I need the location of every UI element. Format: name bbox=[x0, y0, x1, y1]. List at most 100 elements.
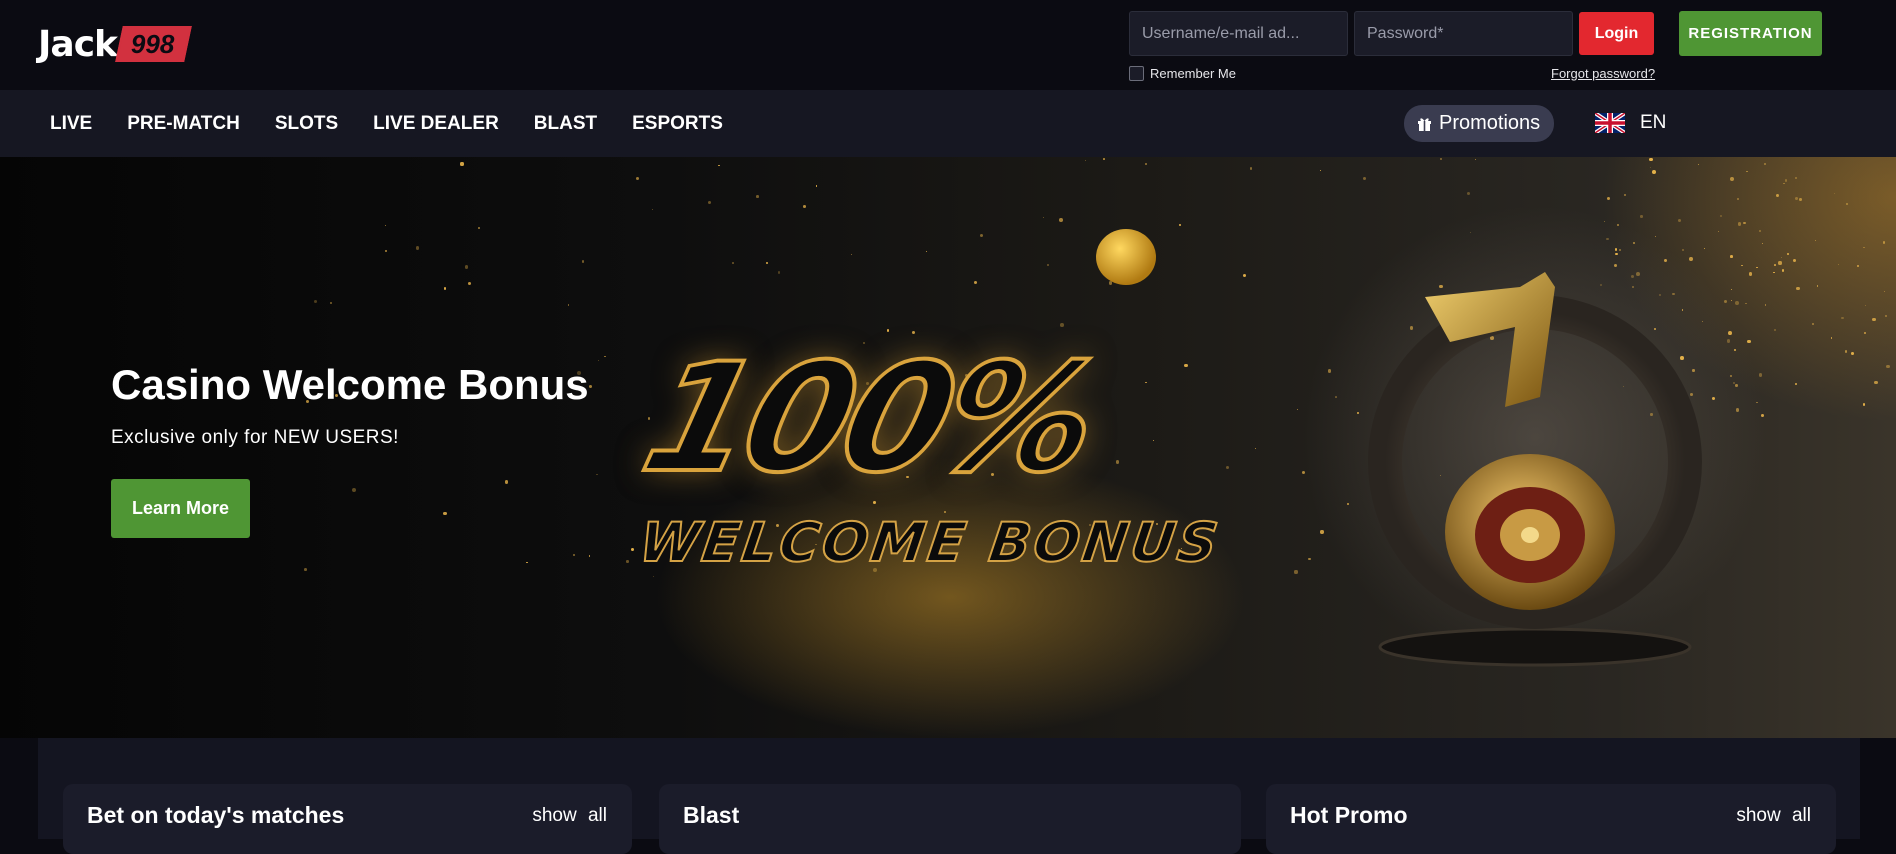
sparkle bbox=[313, 299, 318, 303]
panel-title: Blast bbox=[683, 802, 740, 828]
sparkle bbox=[1780, 256, 1782, 259]
sparkle bbox=[1748, 272, 1753, 277]
sparkle bbox=[1856, 264, 1859, 267]
sparkle bbox=[1302, 470, 1306, 474]
password-input[interactable]: Password* bbox=[1354, 11, 1573, 56]
sparkle bbox=[1255, 447, 1257, 450]
sparkle bbox=[1863, 331, 1866, 334]
sparkle bbox=[1758, 229, 1761, 232]
sparkle bbox=[850, 253, 853, 256]
sparkle bbox=[1730, 255, 1733, 258]
remember-me-checkbox[interactable] bbox=[1129, 66, 1144, 81]
sparkle bbox=[1726, 339, 1731, 343]
sparkle bbox=[351, 487, 356, 492]
nav-items: LIVE PRE-MATCH SLOTS LIVE DEALER BLAST E… bbox=[50, 90, 758, 157]
sparkle bbox=[385, 250, 387, 252]
forgot-password-link[interactable]: Forgot password? bbox=[1551, 66, 1655, 81]
sparkle bbox=[443, 511, 447, 516]
nav-item-live-dealer[interactable]: LIVE DEALER bbox=[373, 113, 499, 135]
logo-number-badge: 998 bbox=[115, 26, 193, 62]
sparkle bbox=[1649, 157, 1653, 162]
sparkle bbox=[1837, 264, 1839, 266]
sparkle bbox=[1834, 192, 1836, 194]
nav-item-esports[interactable]: ESPORTS bbox=[632, 113, 723, 135]
sparkle bbox=[1731, 288, 1733, 290]
sparkle bbox=[1776, 194, 1780, 198]
show-all-link[interactable]: show all bbox=[532, 805, 607, 827]
banner-percentage-text: 100% bbox=[626, 330, 1113, 508]
show-all-link[interactable]: show all bbox=[1736, 805, 1811, 827]
sparkle bbox=[1652, 170, 1656, 174]
registration-button[interactable]: REGISTRATION bbox=[1679, 11, 1822, 56]
sparkle bbox=[604, 356, 606, 358]
language-selector[interactable]: EN bbox=[1595, 112, 1666, 134]
promotions-label: Promotions bbox=[1439, 112, 1541, 134]
sparkle bbox=[1226, 466, 1230, 470]
sparkle bbox=[707, 201, 711, 205]
sparkle bbox=[1308, 557, 1311, 560]
promotions-button[interactable]: Promotions bbox=[1404, 105, 1555, 142]
sparkle bbox=[1607, 197, 1611, 201]
learn-more-button[interactable]: Learn More bbox=[111, 479, 250, 538]
sparkle bbox=[1747, 339, 1751, 344]
sparkle bbox=[1469, 231, 1471, 233]
sparkle bbox=[588, 385, 592, 389]
sparkle bbox=[1697, 164, 1700, 166]
nav-item-live[interactable]: LIVE bbox=[50, 113, 92, 135]
sparkle bbox=[979, 233, 984, 238]
sparkle bbox=[1773, 271, 1775, 273]
sparkle bbox=[1243, 274, 1246, 278]
roulette-seven-image bbox=[1368, 272, 1702, 667]
banner-welcome-text: WELCOME BONUS bbox=[635, 510, 1226, 575]
sparkle bbox=[460, 162, 464, 166]
login-button[interactable]: Login bbox=[1579, 12, 1654, 55]
sparkle bbox=[1179, 224, 1181, 226]
sparkle bbox=[596, 473, 598, 476]
sparkle bbox=[1862, 246, 1865, 249]
sparkle bbox=[1724, 300, 1728, 304]
sparkle bbox=[1786, 253, 1789, 256]
nav-item-slots[interactable]: SLOTS bbox=[275, 113, 338, 135]
sparkle bbox=[1795, 286, 1800, 291]
sparkle bbox=[815, 185, 818, 187]
sparkle bbox=[1145, 163, 1147, 165]
sparkle bbox=[1736, 197, 1740, 201]
sparkle bbox=[567, 304, 570, 306]
sparkle bbox=[1756, 266, 1758, 268]
nav-item-pre-match[interactable]: PRE-MATCH bbox=[127, 113, 240, 135]
sparkle bbox=[1085, 160, 1087, 162]
sparkle bbox=[1758, 372, 1763, 377]
sparkle bbox=[1814, 240, 1816, 242]
sparkle bbox=[465, 265, 469, 269]
sparkle bbox=[415, 246, 420, 250]
sparkle bbox=[1830, 337, 1833, 339]
nav-item-blast[interactable]: BLAST bbox=[534, 113, 597, 135]
sparkle bbox=[1812, 323, 1815, 325]
sparkle bbox=[1466, 191, 1471, 196]
sparkle bbox=[1717, 230, 1719, 232]
sparkle bbox=[1778, 261, 1782, 265]
sparkle bbox=[1794, 176, 1798, 180]
sparkle bbox=[1816, 284, 1819, 287]
sparkle bbox=[1737, 222, 1741, 226]
sparkle bbox=[384, 224, 386, 227]
remember-me[interactable]: Remember Me bbox=[1129, 66, 1236, 81]
sparkle bbox=[1884, 315, 1887, 318]
sparkle bbox=[1474, 159, 1477, 161]
sparkle bbox=[802, 205, 806, 209]
sparkle bbox=[1655, 236, 1657, 238]
sparkle bbox=[1764, 163, 1767, 166]
sparkle bbox=[1743, 222, 1746, 225]
sparkle bbox=[1784, 179, 1787, 182]
sparkle bbox=[1761, 242, 1764, 245]
hero-banner[interactable]: Casino Welcome Bonus Exclusive only for … bbox=[0, 157, 1896, 738]
sparkle bbox=[1616, 223, 1620, 227]
sparkle bbox=[1884, 290, 1886, 292]
panel-title: Hot Promo bbox=[1290, 802, 1408, 828]
sparkle bbox=[1793, 258, 1797, 263]
sparkle bbox=[329, 301, 333, 305]
sparkle bbox=[1439, 157, 1442, 160]
username-input[interactable]: Username/e-mail ad... bbox=[1129, 11, 1348, 56]
sparkle bbox=[630, 547, 634, 551]
site-logo[interactable]: Jack 998 bbox=[38, 24, 193, 65]
